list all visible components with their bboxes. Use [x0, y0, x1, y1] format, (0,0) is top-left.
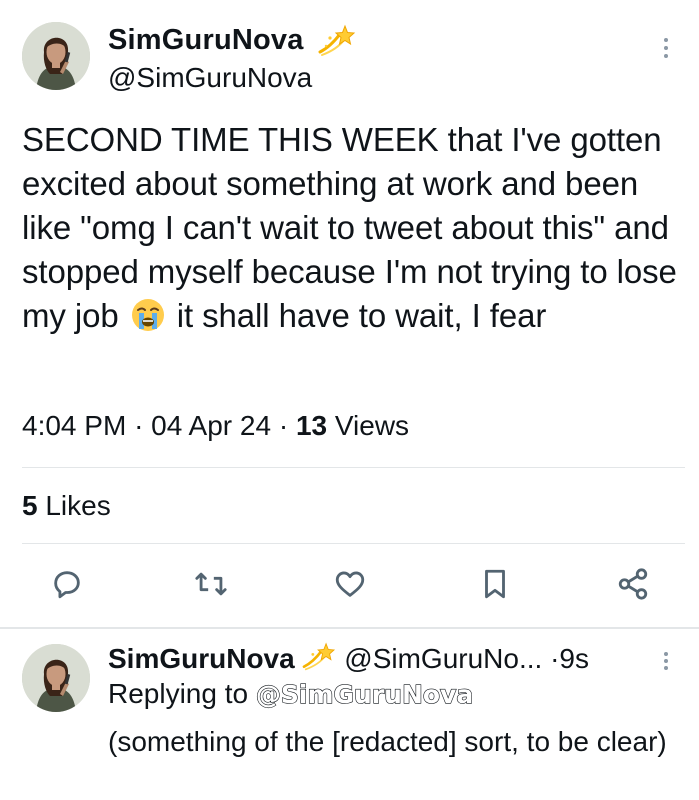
replying-to-line: Replying to @SimGuruNova	[108, 678, 474, 710]
reply-author-name[interactable]: SimGuruNova	[108, 643, 295, 674]
loudly-crying-face-emoji-icon	[131, 299, 164, 331]
author-handle[interactable]: @SimGuruNova	[108, 62, 312, 94]
reply-header: SimGuruNova @SimGuruNo... ·9s	[108, 642, 589, 675]
author-avatar[interactable]	[22, 22, 90, 90]
tweet-text-part-2: it shall have to wait, I fear	[176, 297, 547, 334]
share-button[interactable]	[615, 566, 651, 602]
reply-separator: ·	[550, 643, 560, 674]
replying-to-mention[interactable]: @SimGuruNova	[255, 679, 474, 709]
bookmark-icon	[485, 569, 505, 599]
sparkle-star-emoji-icon	[303, 642, 336, 671]
heart-icon	[335, 571, 365, 597]
likes-stat[interactable]: 5 Likes	[22, 490, 111, 522]
reply-author-avatar[interactable]	[22, 644, 90, 712]
reply-time[interactable]: 9s	[559, 643, 589, 674]
like-button[interactable]	[332, 566, 368, 602]
likes-label: Likes	[45, 490, 111, 521]
bookmark-button[interactable]	[477, 566, 513, 602]
reply-more-options-icon[interactable]	[664, 652, 668, 670]
likes-count: 5	[22, 490, 38, 521]
avatar-illustration	[22, 644, 90, 712]
retweet-button[interactable]	[193, 566, 229, 602]
divider	[22, 543, 685, 544]
sparkle-star-emoji-icon	[318, 24, 356, 56]
views-count: 13	[295, 410, 328, 441]
views-label: Views	[334, 410, 410, 441]
meta-separator: ·	[134, 410, 144, 441]
tweet-text: SECOND TIME THIS WEEK that I've gotten e…	[22, 118, 692, 338]
avatar-illustration	[22, 22, 90, 90]
tweet-time[interactable]: 4:04 PM	[22, 410, 126, 441]
divider	[22, 467, 685, 468]
share-icon	[618, 568, 648, 600]
tweet-metadata: 4:04 PM · 04 Apr 24 · 13 Views	[22, 410, 409, 442]
author-name[interactable]: SimGuruNova	[108, 24, 304, 57]
tweet-date[interactable]: 04 Apr 24	[151, 410, 271, 441]
meta-separator: ·	[278, 410, 289, 441]
reply-author-handle[interactable]: @SimGuruNo...	[344, 643, 542, 674]
replying-to-prefix: Replying to	[108, 678, 249, 709]
more-options-icon[interactable]	[664, 38, 668, 58]
reply-text: (something of the [redacted] sort, to be…	[108, 726, 667, 757]
reply-icon	[54, 571, 80, 599]
thread-separator	[0, 627, 699, 629]
tweet-action-bar	[0, 566, 699, 606]
reply-button[interactable]	[49, 566, 85, 602]
retweet-icon	[195, 572, 227, 596]
